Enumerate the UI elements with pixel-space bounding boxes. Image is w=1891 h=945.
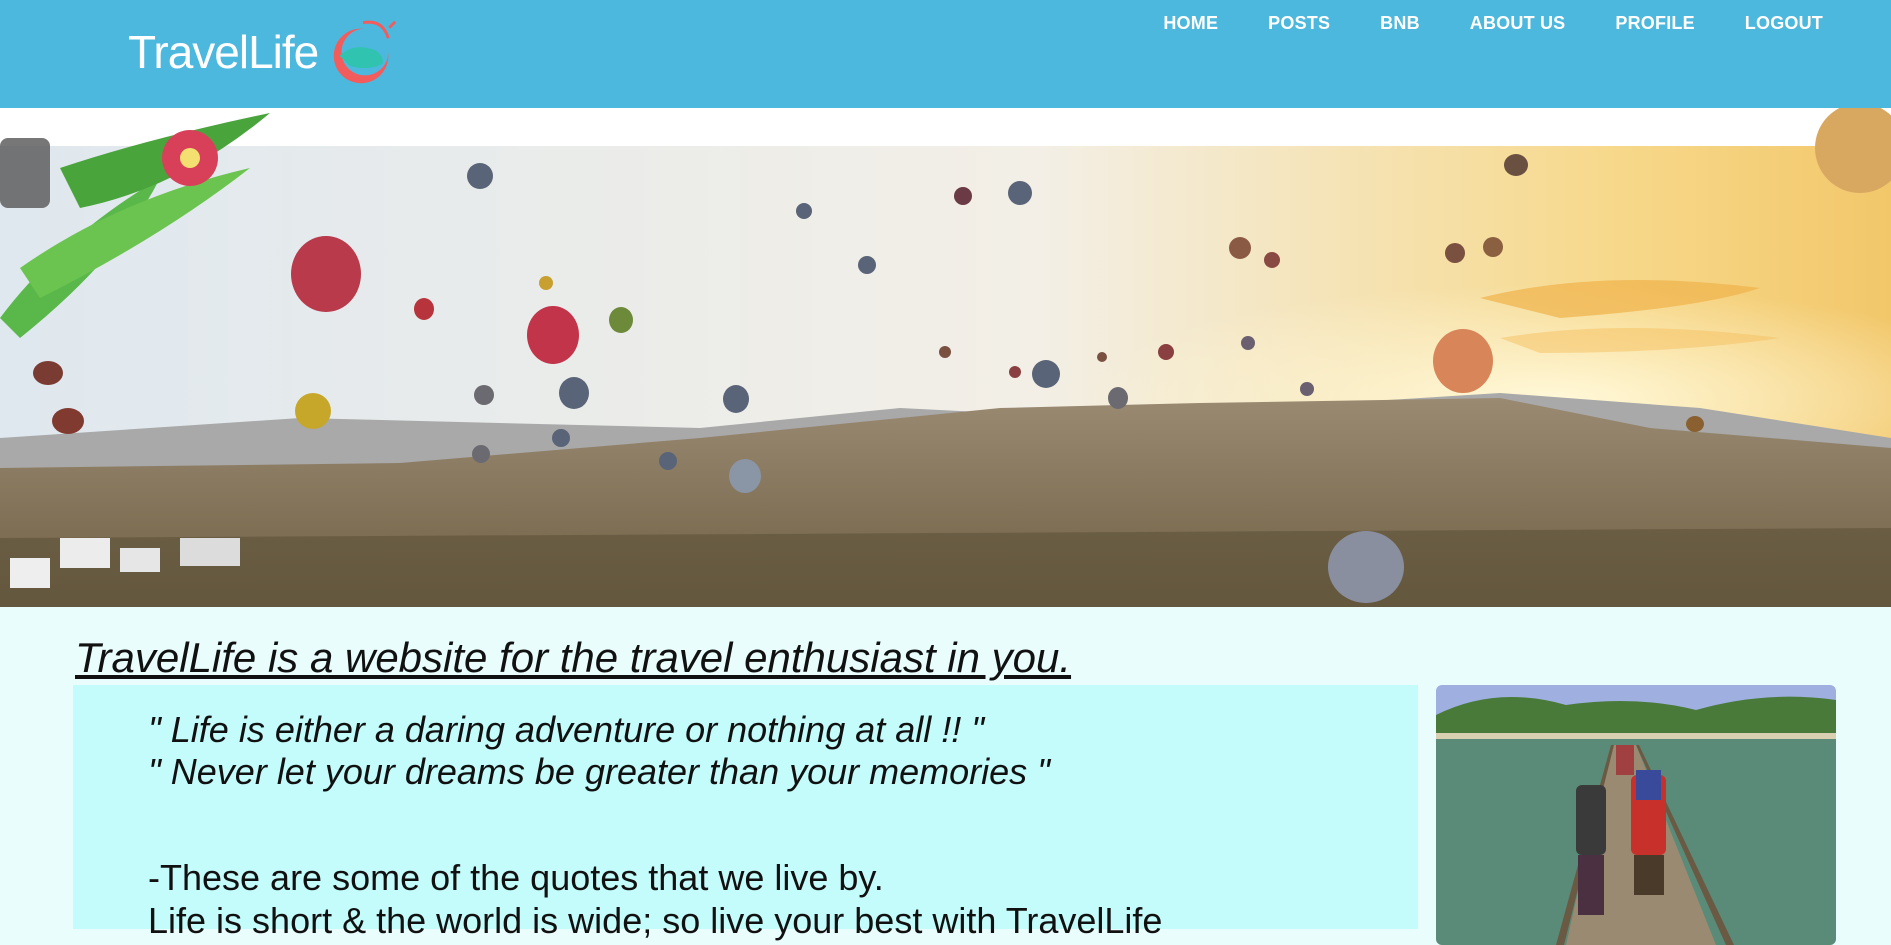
intro-line-2: Life is short & the world is wide; so li… [148,900,1163,941]
site-header: TravelLife HOME POSTS BNB ABOUT US PROFI… [0,0,1891,108]
nav-home[interactable]: HOME [1163,13,1218,34]
nav-about-us[interactable]: ABOUT US [1470,13,1566,34]
quote-2: " Never let your dreams be greater than … [148,751,1050,792]
brand-logo[interactable]: TravelLife [128,14,402,90]
plane-globe-icon [334,20,397,84]
hot-air-balloons-image [0,108,1891,607]
nav-bnb[interactable]: BNB [1380,13,1420,34]
quote-1: " Life is either a daring adventure or n… [148,709,985,750]
brand-name: TravelLife [128,26,319,78]
intro-line-1: -These are some of the quotes that we li… [148,857,884,898]
nav-profile[interactable]: PROFILE [1615,13,1694,34]
backpackers-pier-photo [1436,685,1836,945]
site-tagline: TravelLife is a website for the travel e… [75,634,1072,681]
quotes-section: " Life is either a daring adventure or n… [73,685,1418,941]
main-nav: HOME POSTS BNB ABOUT US PROFILE LOGOUT [1113,13,1823,34]
hero-banner [0,108,1891,607]
nav-posts[interactable]: POSTS [1268,13,1330,34]
nav-logout[interactable]: LOGOUT [1745,13,1823,34]
